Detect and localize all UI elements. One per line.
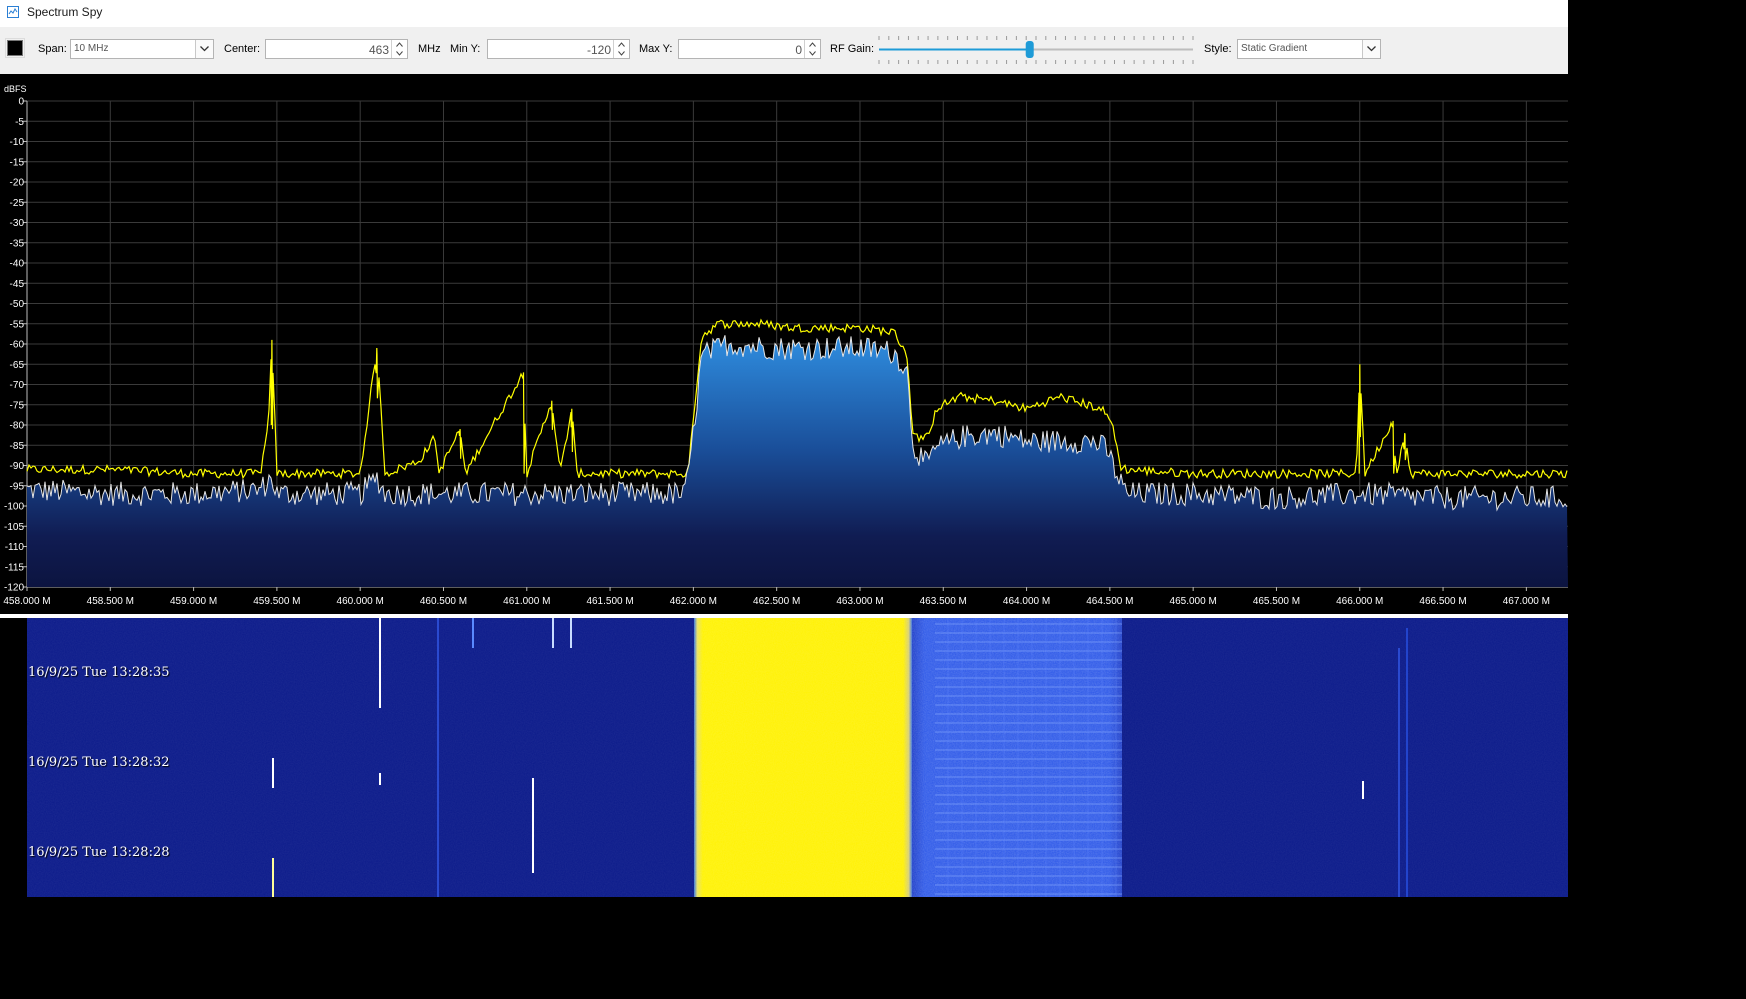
max-y-stepper[interactable] [804, 40, 820, 58]
x-tick-label: 467.000 M [1503, 596, 1550, 607]
stepper-up-icon[interactable] [805, 40, 820, 49]
max-y-value: 0 [795, 43, 802, 57]
waterfall-display[interactable]: 16/9/25 Tue 13:28:35 16/9/25 Tue 13:28:3… [0, 618, 1568, 897]
y-tick-label: -30 [10, 218, 25, 229]
x-tick-label: 460.000 M [337, 596, 384, 607]
center-stepper[interactable] [391, 40, 407, 58]
y-tick-label: -45 [10, 279, 25, 290]
center-unit-label: MHz [418, 43, 441, 55]
x-tick-label: 462.000 M [670, 596, 717, 607]
x-tick-label: 459.500 M [253, 596, 300, 607]
chevron-down-icon[interactable] [1362, 40, 1380, 58]
y-tick-label: -65 [10, 360, 25, 371]
y-tick-label: -80 [10, 421, 25, 432]
rf-gain-slider[interactable] [877, 32, 1195, 68]
stepper-down-icon[interactable] [392, 49, 407, 58]
y-tick-label: -40 [10, 259, 25, 270]
stepper-down-icon[interactable] [614, 49, 629, 58]
y-tick-label: -25 [10, 198, 25, 209]
center-input[interactable]: 463 [265, 39, 408, 59]
stepper-up-icon[interactable] [614, 40, 629, 49]
app-icon [7, 6, 19, 18]
max-y-input[interactable]: 0 [678, 39, 821, 59]
center-value: 463 [368, 43, 389, 57]
style-select-value: Static Gradient [1241, 43, 1308, 54]
waterfall-timestamp: 16/9/25 Tue 13:28:35 [28, 665, 170, 680]
y-axis-label: dBFS [4, 84, 27, 94]
max-y-label: Max Y: [639, 43, 673, 55]
waterfall-image [0, 618, 1568, 897]
y-tick-label: -110 [5, 542, 25, 553]
y-tick-label: 0 [18, 97, 24, 108]
x-tick-label: 458.500 M [87, 596, 134, 607]
y-tick-label: -60 [10, 340, 25, 351]
x-tick-label: 466.500 M [1419, 596, 1466, 607]
y-tick-label: -100 [4, 502, 24, 513]
y-tick-label: -50 [10, 299, 25, 310]
y-tick-label: -120 [4, 583, 24, 594]
waterfall-timestamp: 16/9/25 Tue 13:28:32 [28, 755, 170, 770]
stepper-down-icon[interactable] [805, 49, 820, 58]
y-tick-label: -105 [4, 522, 24, 533]
y-tick-label: -95 [10, 481, 25, 492]
x-tick-label: 459.000 M [170, 596, 217, 607]
y-axis-ticks: 0 -5 -10 -15 -20 -25 -30 -35 -40 -45 -50 -55 -60 -65 -… [4, 97, 28, 594]
x-tick-label: 465.500 M [1253, 596, 1300, 607]
rf-gain-slider-thumb[interactable] [1025, 41, 1034, 58]
y-tick-label: -20 [10, 178, 25, 189]
x-tick-label: 463.000 M [836, 596, 883, 607]
x-tick-label: 460.500 M [420, 596, 467, 607]
live-spectrum-area [27, 335, 1568, 587]
y-tick-label: -70 [10, 380, 25, 391]
x-tick-label: 464.000 M [1003, 596, 1050, 607]
waterfall-timestamp: 16/9/25 Tue 13:28:28 [28, 845, 170, 860]
style-select[interactable]: Static Gradient [1237, 39, 1381, 59]
span-select[interactable]: 10 MHz [70, 39, 214, 59]
x-tick-label: 464.500 M [1086, 596, 1133, 607]
stepper-up-icon[interactable] [392, 40, 407, 49]
x-tick-label: 461.500 M [586, 596, 633, 607]
x-tick-label: 462.500 M [753, 596, 800, 607]
y-tick-label: -90 [10, 461, 25, 472]
y-tick-label: -115 [5, 562, 25, 573]
window-title: Spectrum Spy [27, 5, 103, 19]
x-tick-label: 463.500 M [920, 596, 967, 607]
style-label: Style: [1204, 43, 1232, 55]
x-tick-label: 465.000 M [1170, 596, 1217, 607]
span-label: Span: [38, 43, 67, 55]
trace-color-button[interactable] [5, 38, 25, 58]
span-select-value: 10 MHz [74, 43, 109, 54]
x-tick-label: 461.000 M [503, 596, 550, 607]
y-tick-label: -15 [10, 157, 25, 168]
y-tick-label: -75 [10, 400, 25, 411]
x-tick-label: 458.000 M [3, 596, 50, 607]
y-tick-label: -5 [15, 117, 24, 128]
min-y-stepper[interactable] [613, 40, 629, 58]
y-tick-label: -85 [10, 441, 25, 452]
rf-gain-label: RF Gain: [830, 43, 875, 55]
y-tick-label: -10 [10, 137, 25, 148]
title-bar: Spectrum Spy [0, 0, 1568, 28]
y-tick-label: -55 [10, 319, 25, 330]
min-y-input[interactable]: -120 [487, 39, 630, 59]
y-tick-label: -35 [10, 238, 25, 249]
min-y-label: Min Y: [450, 43, 481, 55]
center-label: Center: [224, 43, 261, 55]
spectrum-plot[interactable]: dBFS 0 -5 -10 -15 -20 -25 -30 -35 -40 -45 -50 -55 -6… [0, 74, 1568, 614]
chevron-down-icon[interactable] [195, 40, 213, 58]
x-axis-ticks: 458.000 M 458.500 M 459.000 M 459.500 M 460.… [3, 586, 1568, 607]
x-tick-label: 466.000 M [1336, 596, 1383, 607]
toolbar: Span: 10 MHz Center: 463 MHz Min Y: -120… [0, 27, 1568, 75]
min-y-value: -120 [586, 43, 611, 57]
